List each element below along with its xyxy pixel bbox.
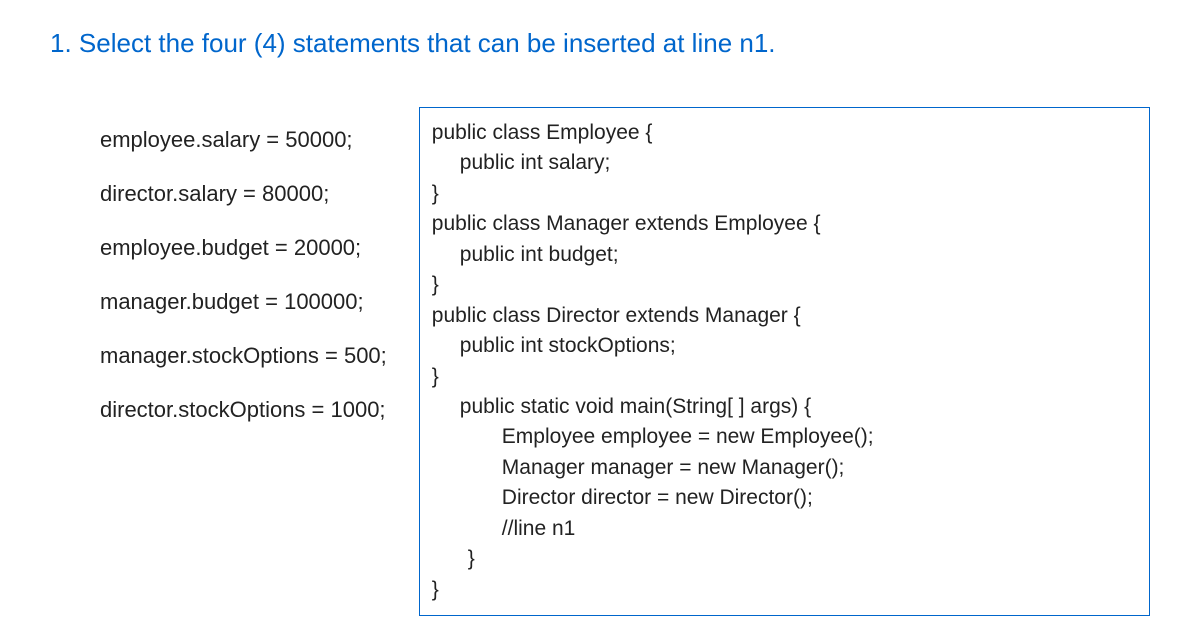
code-line: public int stockOptions; (432, 331, 1137, 361)
code-line: } (432, 544, 1137, 574)
code-line: public int salary; (432, 148, 1137, 178)
code-line: public static void main(String[ ] args) … (432, 392, 1137, 422)
option-item[interactable]: director.salary = 80000; (100, 181, 387, 207)
code-line: Manager manager = new Manager(); (432, 453, 1137, 483)
code-line: } (432, 575, 1137, 605)
code-line: } (432, 270, 1137, 300)
code-line: public class Director extends Manager { (432, 301, 1137, 331)
option-item[interactable]: employee.salary = 50000; (100, 127, 387, 153)
code-box: public class Employee { public int salar… (419, 107, 1150, 616)
code-line: public class Employee { (432, 118, 1137, 148)
content-row: employee.salary = 50000; director.salary… (50, 107, 1150, 616)
question-title: 1. Select the four (4) statements that c… (50, 28, 1150, 59)
code-line: Director director = new Director(); (432, 483, 1137, 513)
option-item[interactable]: manager.budget = 100000; (100, 289, 387, 315)
code-line: } (432, 362, 1137, 392)
code-line: Employee employee = new Employee(); (432, 422, 1137, 452)
option-item[interactable]: employee.budget = 20000; (100, 235, 387, 261)
options-column: employee.salary = 50000; director.salary… (50, 107, 387, 451)
option-item[interactable]: director.stockOptions = 1000; (100, 397, 387, 423)
code-line: } (432, 179, 1137, 209)
code-line: //line n1 (432, 514, 1137, 544)
option-item[interactable]: manager.stockOptions = 500; (100, 343, 387, 369)
code-line: public int budget; (432, 240, 1137, 270)
code-line: public class Manager extends Employee { (432, 209, 1137, 239)
